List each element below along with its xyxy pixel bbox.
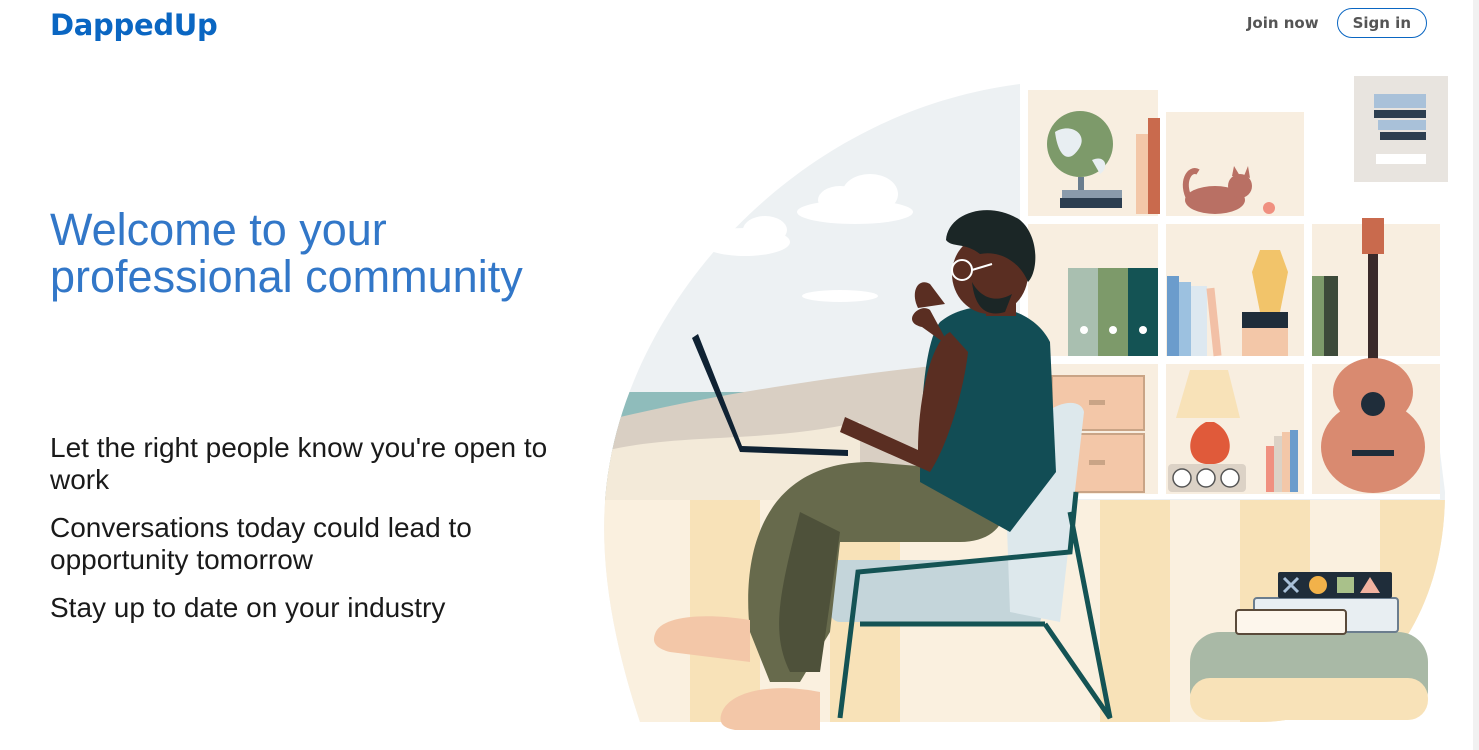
binders (1068, 268, 1158, 356)
page-scrollbar[interactable] (1473, 0, 1479, 750)
top-nav: Join now Sign in (1247, 8, 1427, 38)
book (1312, 276, 1324, 356)
books (1167, 276, 1222, 357)
ottoman (1190, 632, 1428, 720)
value-points-list: Let the right people know you're open to… (50, 432, 600, 640)
ball-icon (1263, 202, 1275, 214)
value-point-open-to-work: Let the right people know you're open to… (50, 432, 548, 495)
book (1148, 118, 1160, 214)
book (1136, 134, 1148, 214)
value-point-conversations: Conversations today could lead to opport… (50, 512, 472, 575)
join-now-link[interactable]: Join now (1247, 8, 1319, 38)
wall-art (1354, 76, 1448, 182)
page-headline: Welcome to your professional community (50, 204, 523, 302)
brand-logo[interactable]: DappedUp (50, 8, 218, 42)
hero-illustration (604, 76, 1448, 730)
sign-in-button[interactable]: Sign in (1336, 8, 1427, 38)
book (1324, 276, 1338, 356)
value-point-industry: Stay up to date on your industry (50, 592, 446, 623)
